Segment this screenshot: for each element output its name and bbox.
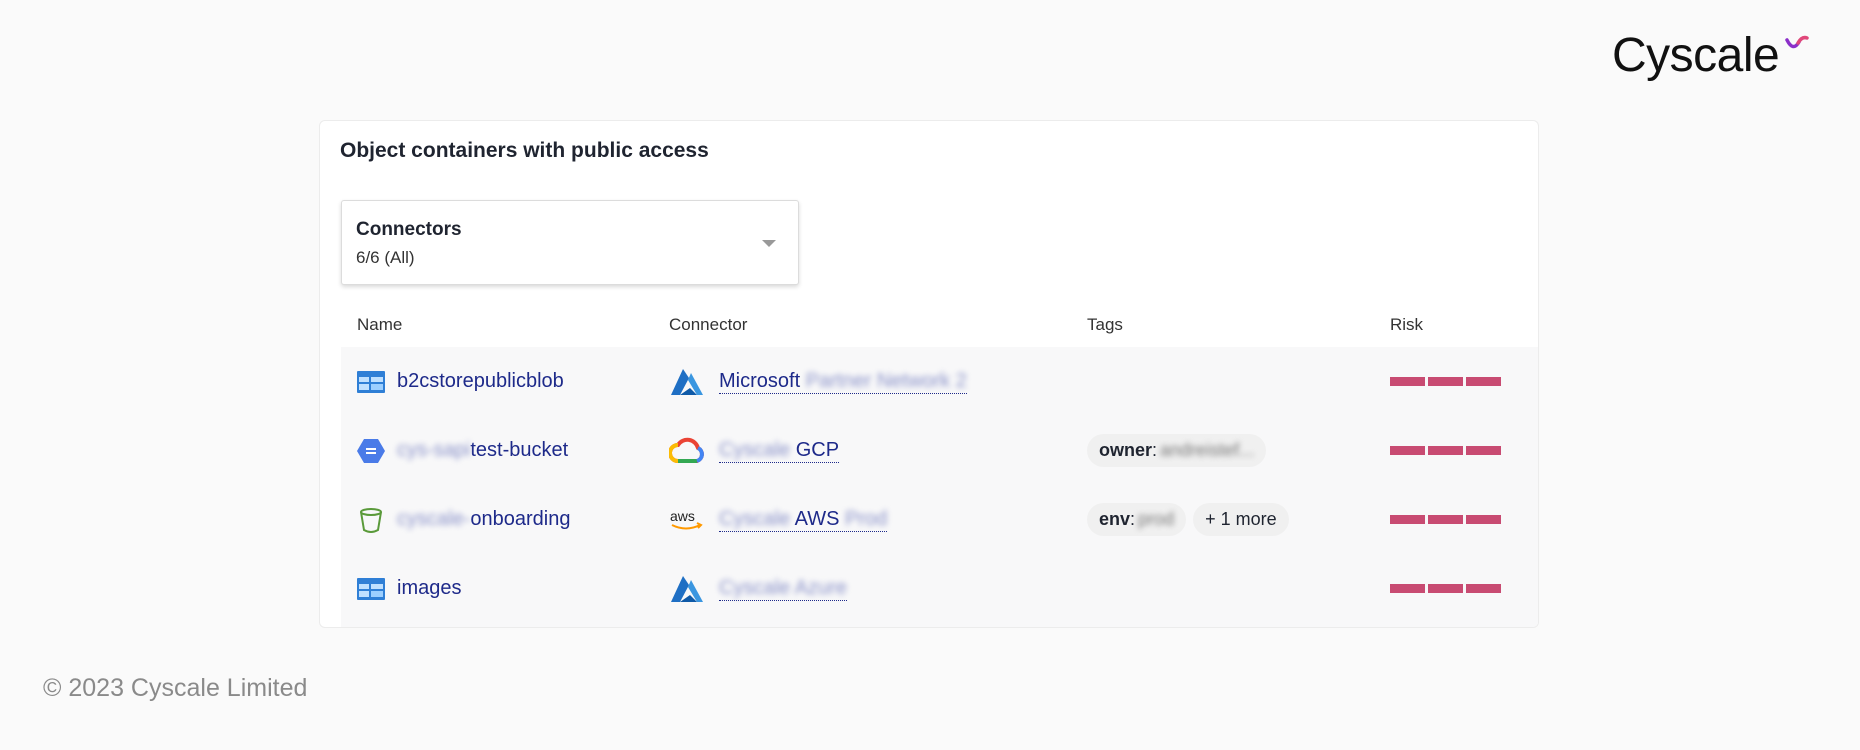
azure-icon [671,368,703,395]
s3-bucket-icon [360,507,382,533]
connector-cell: Microsoft Partner Network 2 [669,347,967,416]
logo-text: Cyscale [1612,29,1780,82]
risk-cell [1390,485,1501,554]
risk-cell [1390,554,1501,623]
risk-indicator [1390,515,1501,524]
gcp-storage-icon [357,438,385,463]
risk-indicator [1390,377,1501,386]
filter-label: Connectors [356,219,462,240]
column-header-name[interactable]: Name [357,315,402,335]
risk-cell [1390,416,1501,485]
azure-storage-icon [357,370,385,393]
container-name-link[interactable]: images [397,577,461,600]
azure-icon [671,575,703,602]
column-header-risk[interactable]: Risk [1390,315,1423,335]
column-header-tags: Tags [1087,315,1123,334]
more-tags-chip[interactable]: + 1 more [1193,503,1289,536]
table-body: b2cstorepublicblob Microsoft Partner Net… [341,347,1538,627]
connectors-filter-select[interactable]: Connectors 6/6 (All) [341,200,799,285]
risk-indicator [1390,584,1501,593]
gcp-icon [669,437,704,463]
table-row: b2cstorepublicblob Microsoft Partner Net… [341,347,1538,416]
tag-chip[interactable]: env: prod [1087,503,1187,536]
table-row: cys-sapitest-bucket Cyscale GCP owner: an… [341,416,1538,485]
name-cell: cyscale-onboarding [357,485,570,554]
tags-cell: owner: andreistef... [1087,416,1273,485]
card-title: Object containers with public access [340,139,709,162]
connector-cell: Cyscale GCP [669,416,840,485]
table-row: images Cyscale Azure [341,554,1538,623]
azure-storage-icon [357,577,385,600]
table-row: cyscale-onboarding aws Cyscale AWS Prod … [341,485,1538,554]
connector-link[interactable]: Cyscale AWS Prod [719,507,888,532]
cyscale-logo: Cyscale [1612,29,1809,82]
column-header-connector[interactable]: Connector [669,315,747,335]
connector-cell: Cyscale Azure [669,554,847,623]
filter-value: 6/6 (All) [356,248,415,267]
name-cell: cys-sapitest-bucket [357,416,568,485]
connector-link[interactable]: Cyscale GCP [719,438,840,463]
table-header: Name Connector Tags Risk [320,307,1538,347]
risk-indicator [1390,446,1501,455]
tag-chip[interactable]: owner: andreistef... [1087,434,1267,467]
aws-icon: aws [670,508,703,529]
public-containers-card: Object containers with public access Con… [319,120,1539,628]
connector-cell: aws Cyscale AWS Prod [669,485,888,554]
logo-mark-icon [1785,35,1809,49]
container-name-link[interactable]: cyscale-onboarding [397,508,570,531]
container-name-link[interactable]: b2cstorepublicblob [397,370,564,393]
name-cell: images [357,554,461,623]
copyright-footer: © 2023 Cyscale Limited [43,674,308,702]
name-cell: b2cstorepublicblob [357,347,564,416]
chevron-down-icon[interactable] [762,240,776,247]
connector-link[interactable]: Microsoft Partner Network 2 [719,369,967,394]
container-name-link[interactable]: cys-sapitest-bucket [397,439,568,462]
connector-link[interactable]: Cyscale Azure [719,576,847,601]
svg-text:aws: aws [670,508,695,524]
risk-cell [1390,347,1501,416]
tags-cell: env: prod + 1 more [1087,485,1296,554]
